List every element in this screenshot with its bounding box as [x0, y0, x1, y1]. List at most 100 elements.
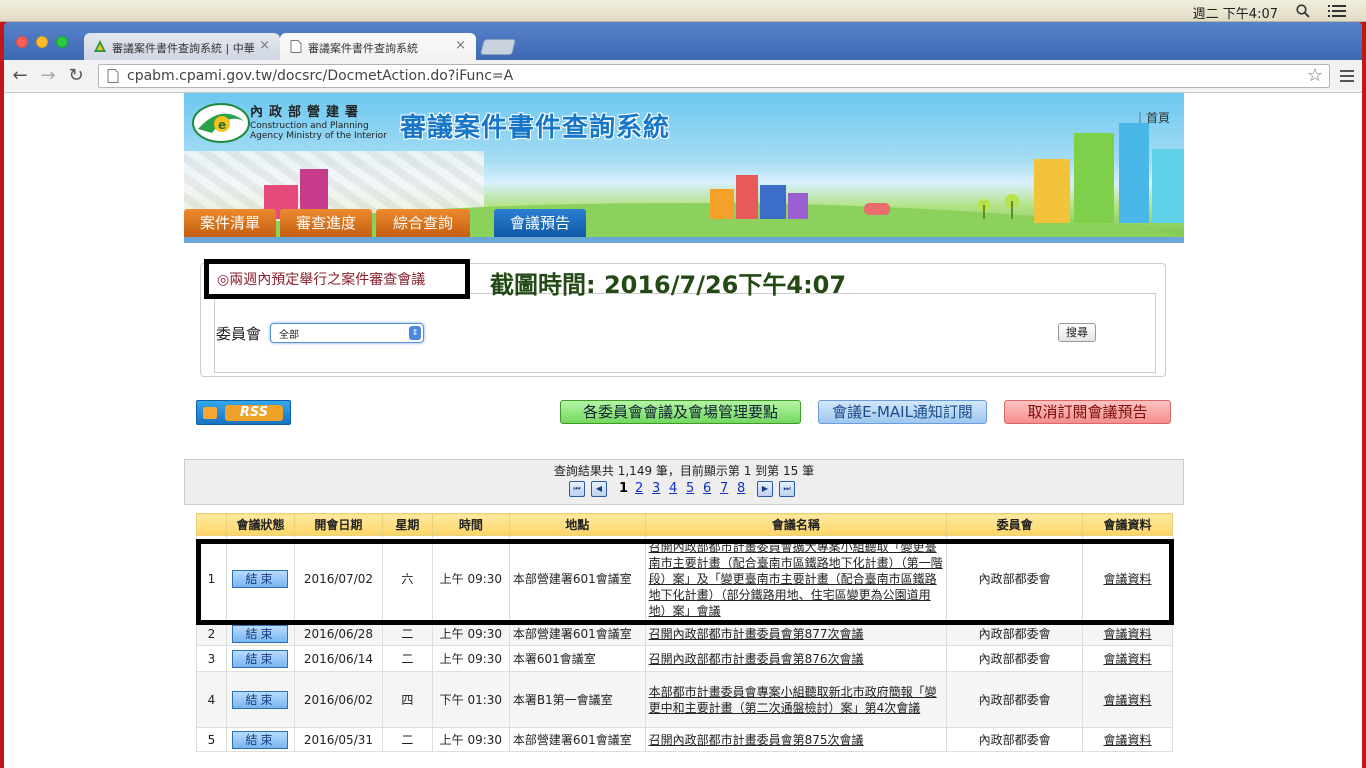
- rss-button[interactable]: RSS: [196, 400, 291, 425]
- meeting-docs-link[interactable]: 會議資料: [1082, 727, 1173, 752]
- spotlight-search-icon[interactable]: [1296, 4, 1310, 18]
- meeting-date: 2016/05/31: [293, 727, 383, 752]
- prev-page-icon[interactable]: ◀: [591, 481, 607, 497]
- status-badge[interactable]: 結束: [232, 649, 289, 668]
- page-number-link[interactable]: 7: [720, 481, 728, 496]
- page-number-link[interactable]: 8: [737, 481, 745, 496]
- window-close-button[interactable]: [16, 36, 28, 48]
- meeting-docs-link[interactable]: 會議資料: [1082, 645, 1173, 672]
- nav-tab-meeting-notice[interactable]: 會議預告: [494, 209, 586, 237]
- col-header-docs: 會議資料: [1082, 513, 1173, 536]
- col-header-meeting-name: 會議名稱: [644, 513, 948, 536]
- forward-arrow-icon[interactable]: →: [38, 66, 58, 86]
- agency-logo-icon: e: [192, 103, 250, 143]
- row-number: 2: [196, 621, 227, 646]
- meeting-docs-link[interactable]: 會議資料: [1082, 535, 1173, 622]
- first-page-icon[interactable]: ⏮: [569, 481, 585, 497]
- committee-select-value: 全部: [279, 330, 299, 341]
- meeting-place: 本部營建署601會議室: [508, 621, 646, 646]
- notification-center-icon[interactable]: [1328, 5, 1346, 17]
- row-number: 5: [196, 727, 227, 752]
- home-link[interactable]: ｜首頁: [1134, 109, 1170, 126]
- status-cell: 結束: [225, 671, 295, 728]
- meeting-name-link[interactable]: 召開內政部都市計畫委員會第876次會議: [644, 645, 948, 672]
- svg-text:e: e: [218, 118, 226, 132]
- banner-divider: [184, 237, 1184, 243]
- meeting-name-link[interactable]: 本部都市計畫委員會專案小組聽取新北市政府簡報「變更中和主要計畫（第二次通盤檢討）…: [644, 671, 948, 728]
- committee-name: 內政部都委會: [946, 645, 1084, 672]
- meeting-date: 2016/06/14: [293, 645, 383, 672]
- agency-name-zh: 內政部營建署: [250, 105, 365, 120]
- meeting-time: 下午 01:30: [431, 671, 510, 728]
- meeting-time: 上午 09:30: [431, 727, 510, 752]
- agency-name-en-line1: Construction and Planning: [250, 121, 369, 131]
- meeting-name-link[interactable]: 召開內政部都市計畫委員會第877次會議: [644, 621, 948, 646]
- meeting-docs-link[interactable]: 會議資料: [1082, 621, 1173, 646]
- window-minimize-button[interactable]: [36, 36, 48, 48]
- page-number-link[interactable]: 2: [635, 481, 643, 496]
- table-row: 5 結束 2016/05/31 二 上午 09:30 本部營建署601會議室 召…: [196, 727, 1173, 752]
- email-subscribe-button[interactable]: 會議E-MAIL通知訂閱: [818, 400, 987, 424]
- meeting-rules-button[interactable]: 各委員會會議及會場管理要點: [560, 400, 801, 424]
- page-icon: [290, 40, 302, 53]
- status-cell: 結束: [225, 621, 295, 646]
- browser-menu-icon[interactable]: [1340, 69, 1354, 83]
- status-cell: 結束: [225, 535, 295, 622]
- url-text: cpabm.cpami.gov.tw/docsrc/DocmetAction.d…: [127, 68, 514, 84]
- committee-select[interactable]: 全部 ⇕: [270, 323, 424, 343]
- meeting-place: 本部營建署601會議室: [508, 727, 646, 752]
- window-zoom-button[interactable]: [56, 36, 68, 48]
- meeting-place: 本署B1第一會議室: [508, 671, 646, 728]
- browser-tab-1[interactable]: 審議案件書件查詢系統 | 中華 ×: [84, 33, 280, 60]
- tab-close-icon[interactable]: ×: [455, 38, 466, 53]
- nav-tab-combined-search[interactable]: 綜合查詢: [376, 209, 470, 237]
- meeting-time: 上午 09:30: [431, 535, 510, 622]
- meeting-time: 上午 09:30: [431, 621, 510, 646]
- page-number-link[interactable]: 5: [686, 481, 694, 496]
- clock[interactable]: 週二 下午4:07: [1193, 3, 1278, 22]
- status-cell: 結束: [225, 645, 295, 672]
- system-title: 審議案件書件查詢系統: [400, 113, 671, 143]
- back-arrow-icon[interactable]: ←: [10, 66, 30, 86]
- status-badge[interactable]: 結束: [232, 569, 289, 588]
- committee-name: 內政部都委會: [946, 671, 1084, 728]
- col-header-place: 地點: [508, 513, 646, 536]
- nav-tab-review-progress[interactable]: 審查進度: [280, 209, 372, 237]
- page-number-link[interactable]: 3: [652, 481, 660, 496]
- page-number-link[interactable]: 6: [703, 481, 711, 496]
- browser-window: 審議案件書件查詢系統 | 中華 × 審議案件書件查詢系統 × ← → ↻ cpa…: [4, 22, 1362, 768]
- unsubscribe-button[interactable]: 取消訂閱會議預告: [1004, 400, 1171, 424]
- col-header-no: [196, 513, 227, 536]
- meeting-time: 上午 09:30: [431, 645, 510, 672]
- new-tab-button[interactable]: [480, 39, 516, 55]
- meeting-name-link[interactable]: 召開內政部都市計畫委員會擴大專案小組聽取「變更臺南市主要計畫（配合臺南市區鐵路地…: [644, 535, 948, 622]
- last-page-icon[interactable]: ⏭: [779, 481, 795, 497]
- committee-name: 內政部都委會: [946, 727, 1084, 752]
- search-button[interactable]: 搜尋: [1058, 323, 1096, 342]
- next-page-icon[interactable]: ▶: [757, 481, 773, 497]
- browser-toolbar: ← → ↻ cpabm.cpami.gov.tw/docsrc/DocmetAc…: [4, 60, 1362, 93]
- status-badge[interactable]: 結束: [232, 730, 289, 749]
- meeting-name-link[interactable]: 召開內政部都市計畫委員會第875次會議: [644, 727, 948, 752]
- committee-label: 委員會: [216, 325, 262, 343]
- browser-tab-2[interactable]: 審議案件書件查詢系統 ×: [280, 33, 476, 60]
- site-container: e 內政部營建署 Construction and Planning Agenc…: [184, 93, 1184, 768]
- page-icon: [107, 69, 119, 83]
- bookmark-star-icon[interactable]: ☆: [1307, 65, 1323, 86]
- page-viewport: e 內政部營建署 Construction and Planning Agenc…: [4, 93, 1362, 768]
- meeting-place: 本署601會議室: [508, 645, 646, 672]
- rss-label: RSS: [225, 405, 283, 421]
- status-badge[interactable]: 結束: [232, 624, 289, 643]
- capture-time-annotation: 截圖時間: 2016/7/26下午4:07: [490, 271, 847, 299]
- status-badge[interactable]: 結束: [232, 690, 289, 709]
- meeting-docs-link[interactable]: 會議資料: [1082, 671, 1173, 728]
- page-number-link[interactable]: 4: [669, 481, 677, 496]
- meeting-date: 2016/06/28: [293, 621, 383, 646]
- nav-tab-case-list[interactable]: 案件清單: [184, 209, 276, 237]
- tab-close-icon[interactable]: ×: [259, 38, 270, 53]
- meeting-weekday: 四: [381, 671, 433, 728]
- agency-name-en-line2: Agency Ministry of the Interior: [250, 131, 387, 141]
- tab-title: 審議案件書件查詢系統 | 中華: [112, 42, 255, 55]
- reload-icon[interactable]: ↻: [66, 66, 86, 86]
- address-bar[interactable]: cpabm.cpami.gov.tw/docsrc/DocmetAction.d…: [98, 64, 1330, 88]
